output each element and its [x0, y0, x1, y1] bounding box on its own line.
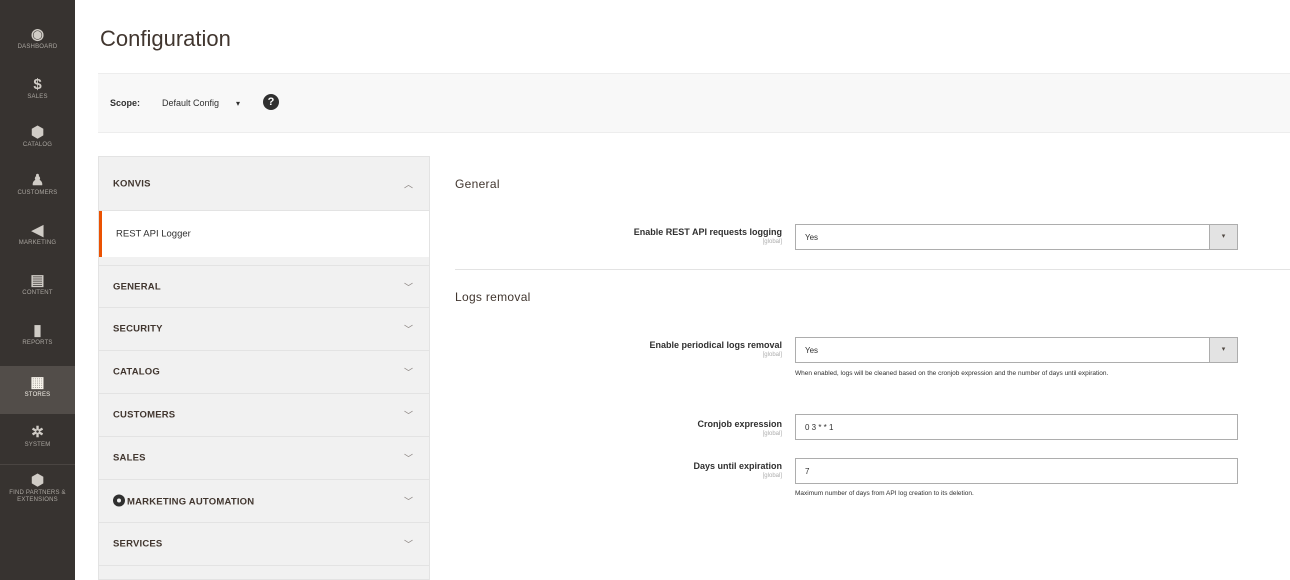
person-icon: ♟ — [30, 172, 45, 189]
input-value: 0 3 * * 1 — [805, 423, 834, 432]
dollar-icon: $ — [33, 76, 42, 93]
tab-section-security[interactable]: SECURITY ﹀ — [99, 308, 429, 351]
select-value: Yes — [805, 233, 819, 242]
menu-label: Sales — [27, 94, 48, 100]
page-title: Configuration — [100, 26, 231, 51]
input-value: 7 — [805, 467, 810, 476]
menu-label: Customers — [17, 190, 58, 196]
tab-section-general[interactable]: GENERAL ﹀ — [99, 265, 429, 308]
section-heading-general: General — [455, 177, 500, 191]
chevron-down-icon: ﹀ — [403, 539, 413, 550]
section-heading-logs-removal: Logs removal — [455, 290, 531, 304]
gear-icon: ✲ — [31, 424, 44, 441]
content-icon: ▤ — [30, 272, 45, 289]
section-title: GENERAL — [113, 281, 161, 292]
admin-menu: ◉ Dashboard $ Sales ⬢ Catalog ♟ Customer… — [0, 0, 75, 580]
megaphone-icon: ◀ — [31, 222, 44, 239]
field-scope: [global] — [762, 473, 782, 479]
field-label-cronjob: Cronjob expression — [697, 419, 782, 429]
field-scope: [global] — [762, 352, 782, 358]
section-title: CUSTOMERS — [113, 409, 176, 421]
menu-item-marketing[interactable]: ◀ Marketing — [0, 222, 75, 268]
section-title: MARKETING AUTOMATION — [113, 494, 255, 508]
chevron-down-icon: ﹀ — [403, 324, 413, 335]
bar-chart-icon: ▮ — [33, 322, 42, 339]
caret-down-icon[interactable]: ▾ — [236, 99, 240, 108]
config-tabs: KONVIS ︿ REST API Logger GENERAL ﹀ SECUR… — [98, 156, 430, 580]
scope-bar: Scope: Default Config ▾ ? — [98, 73, 1290, 133]
section-divider — [455, 269, 1290, 270]
cube-icon: ⬢ — [30, 124, 45, 141]
dropdown-arrow-icon: ▾ — [1209, 225, 1237, 249]
section-title: CATALOG — [113, 366, 160, 378]
menu-item-reports[interactable]: ▮ Reports — [0, 322, 75, 368]
section-title: KONVIS — [113, 178, 151, 189]
enable-logging-select[interactable]: Yes ▾ — [795, 224, 1238, 250]
enable-removal-note: When enabled, logs will be cleaned based… — [795, 370, 1109, 377]
cronjob-input[interactable]: 0 3 * * 1 — [795, 414, 1238, 440]
menu-item-sales[interactable]: $ Sales — [0, 76, 75, 122]
menu-label: Stores — [24, 392, 51, 398]
menu-item-customers[interactable]: ♟ Customers — [0, 172, 75, 218]
days-input[interactable]: 7 — [795, 458, 1238, 484]
field-label-enable-logging: Enable REST API requests logging — [633, 227, 782, 237]
chevron-down-icon: ﹀ — [403, 496, 413, 507]
chevron-down-icon: ﹀ — [403, 282, 413, 292]
menu-label: Catalog — [22, 142, 53, 148]
tab-section-customers[interactable]: CUSTOMERS ﹀ — [99, 394, 429, 437]
field-scope: [global] — [762, 431, 782, 437]
tab-section-catalog[interactable]: CATALOG ﹀ — [99, 351, 429, 394]
scope-label: Scope: — [110, 98, 141, 108]
dashboard-icon: ◉ — [30, 26, 45, 43]
tab-section-services[interactable]: SERVICES ﹀ — [99, 523, 429, 566]
section-title: SERVICES — [113, 538, 163, 550]
store-icon: ▦ — [30, 374, 45, 391]
days-note: Maximum number of days from API log crea… — [795, 490, 974, 497]
chevron-up-icon: ︿ — [403, 179, 413, 189]
menu-divider — [0, 464, 75, 465]
menu-item-dashboard[interactable]: ◉ Dashboard — [0, 26, 75, 72]
field-label-enable-removal: Enable periodical logs removal — [649, 340, 782, 350]
menu-label: Marketing — [18, 240, 57, 246]
tab-section-marketing-automation[interactable]: MARKETING AUTOMATION ﹀ — [99, 480, 429, 523]
chevron-down-icon: ﹀ — [403, 367, 413, 378]
menu-label: System — [24, 442, 51, 448]
section-title-text: MARKETING AUTOMATION — [127, 496, 255, 508]
menu-item-catalog[interactable]: ⬢ Catalog — [0, 124, 75, 170]
chevron-down-icon: ﹀ — [403, 410, 413, 421]
menu-item-stores[interactable]: ▦ Stores — [0, 366, 75, 414]
enable-removal-select[interactable]: Yes ▾ — [795, 337, 1238, 363]
help-icon[interactable]: ? — [263, 94, 279, 110]
marketing-automation-logo-icon — [113, 494, 125, 507]
dropdown-arrow-icon: ▾ — [1209, 338, 1237, 362]
menu-item-extensions[interactable]: ⬢ Find Partners & Extensions — [0, 472, 75, 522]
scope-switcher[interactable]: Default Config — [162, 98, 219, 108]
tab-section-sales[interactable]: SALES ﹀ — [99, 437, 429, 480]
tab-section-konvis[interactable]: KONVIS ︿ — [99, 157, 429, 211]
chevron-down-icon: ﹀ — [403, 453, 413, 464]
menu-label: Content — [22, 290, 53, 296]
menu-label: Dashboard — [17, 44, 58, 50]
menu-item-content[interactable]: ▤ Content — [0, 272, 75, 318]
menu-label: Find Partners & Extensions — [9, 490, 66, 503]
extensions-icon: ⬢ — [30, 472, 45, 489]
tab-item-label: REST API Logger — [116, 228, 191, 240]
field-label-days: Days until expiration — [693, 461, 782, 471]
select-value: Yes — [805, 346, 819, 355]
section-title: SALES — [113, 452, 146, 464]
section-title: SECURITY — [113, 323, 163, 335]
field-scope: [global] — [762, 239, 782, 245]
tab-item-rest-api-logger[interactable]: REST API Logger — [99, 211, 429, 257]
menu-label: Reports — [22, 340, 53, 346]
